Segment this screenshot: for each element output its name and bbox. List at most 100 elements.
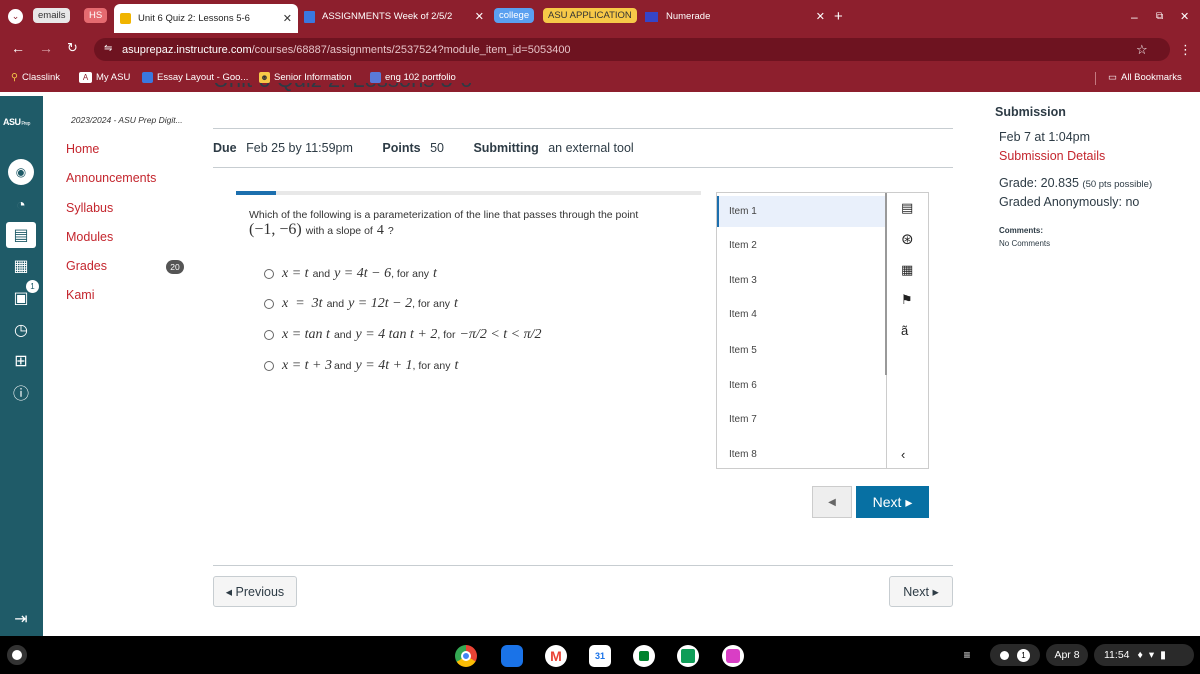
- quiz-item-1[interactable]: Item 1: [729, 206, 757, 217]
- quiz-item-5[interactable]: Item 5: [729, 345, 757, 356]
- translate-icon[interactable]: ã: [901, 323, 908, 338]
- radio-button[interactable]: [264, 269, 274, 279]
- submission-details-link[interactable]: Submission Details: [999, 149, 1105, 163]
- forward-icon[interactable]: →: [39, 40, 53, 56]
- course-nav-home[interactable]: Home: [66, 142, 99, 156]
- star-icon[interactable]: ☆: [1136, 42, 1148, 58]
- quiz-item-3[interactable]: Item 3: [729, 275, 757, 286]
- help-icon[interactable]: ⓘ: [8, 379, 34, 405]
- quiz-next-button[interactable]: Next ▸: [856, 486, 929, 518]
- asu-icon: A: [79, 72, 92, 83]
- quiz-item-8[interactable]: Item 8: [729, 449, 757, 460]
- address-bar[interactable]: ⇋ asuprepaz.instructure.com/courses/6888…: [94, 38, 1170, 61]
- submission-heading: Submission: [995, 105, 1066, 119]
- instructions-icon[interactable]: ▤: [901, 200, 913, 216]
- quiz-item-7[interactable]: Item 7: [729, 414, 757, 425]
- courses-icon[interactable]: ▤: [6, 222, 36, 248]
- chrome-icon[interactable]: [455, 645, 477, 667]
- back-icon[interactable]: ←: [11, 40, 25, 56]
- next-button[interactable]: Next ▸: [889, 576, 953, 607]
- points-label: Points: [382, 141, 421, 155]
- commons-icon[interactable]: ⊞: [8, 348, 34, 374]
- playlist-icon[interactable]: ≡: [956, 644, 978, 666]
- submitting-value: an external tool: [548, 141, 634, 155]
- history-icon[interactable]: ◷: [8, 317, 34, 343]
- radio-button[interactable]: [264, 299, 274, 309]
- docs-icon: [142, 72, 153, 83]
- answer-option-4[interactable]: x = t + 3 and y = 4t + 1 , for any t: [264, 358, 458, 374]
- collapse-nav-icon[interactable]: ⇥: [8, 606, 34, 632]
- numerade-icon: [645, 11, 658, 22]
- page-title-clip: Unit 6 Quiz 2: Lessons 5-6: [213, 83, 513, 96]
- menu-kebab-icon[interactable]: ⋮: [1179, 42, 1192, 58]
- tab-group-asu-application[interactable]: ASU APPLICATION: [543, 8, 637, 23]
- radio-button[interactable]: [264, 361, 274, 371]
- quiz-prev-button[interactable]: ◀: [812, 486, 852, 518]
- calendar-icon[interactable]: ▦: [8, 253, 34, 279]
- tab-group-emails[interactable]: emails: [33, 8, 71, 23]
- bookmark-label: Essay Layout - Goo...: [157, 72, 249, 83]
- bookmark-essay-layout[interactable]: Essay Layout - Goo...: [142, 72, 248, 83]
- minimize-button[interactable]: –: [1131, 6, 1138, 27]
- course-nav-modules[interactable]: Modules: [66, 230, 113, 244]
- meet-icon[interactable]: [633, 645, 655, 667]
- dashboard-icon[interactable]: ◔: [8, 193, 34, 219]
- tab-group-college[interactable]: college: [494, 8, 535, 23]
- account-avatar[interactable]: ◉: [8, 159, 34, 185]
- close-icon[interactable]: ✕: [475, 10, 484, 23]
- course-nav-announcements[interactable]: Announcements: [66, 171, 156, 185]
- calendar-app-icon[interactable]: 31: [589, 645, 611, 667]
- option-condition: , for any: [412, 298, 451, 310]
- restore-button[interactable]: ⧉: [1156, 6, 1163, 27]
- option-variable: −π/2 < t < π/2: [459, 327, 542, 342]
- course-nav-kami[interactable]: Kami: [66, 288, 94, 302]
- course-nav-grades[interactable]: Grades: [66, 259, 107, 273]
- files-icon[interactable]: [501, 645, 523, 667]
- answer-option-2[interactable]: x = 3t and y = 12t − 2 , for any t: [264, 296, 458, 312]
- quiz-item-4[interactable]: Item 4: [729, 309, 757, 320]
- close-icon[interactable]: ✕: [283, 12, 292, 25]
- quiz-item-6[interactable]: Item 6: [729, 380, 757, 391]
- notification-tray[interactable]: 1: [990, 644, 1040, 666]
- comments-value: No Comments: [999, 239, 1051, 248]
- reload-icon[interactable]: ↻: [67, 40, 78, 56]
- date-display[interactable]: Apr 8: [1046, 644, 1088, 666]
- new-tab-button[interactable]: +: [834, 6, 843, 27]
- calculator-icon[interactable]: ▦: [901, 262, 913, 278]
- course-nav-syllabus[interactable]: Syllabus: [66, 201, 113, 215]
- clock: 11:54: [1104, 649, 1130, 661]
- bookmark-classlink[interactable]: ⚲ Classlink: [11, 72, 60, 83]
- bookmark-my-asu[interactable]: A My ASU: [79, 72, 130, 83]
- tab-search-icon[interactable]: ⌄: [8, 9, 23, 24]
- site-info-icon[interactable]: ⇋: [104, 43, 112, 54]
- close-icon[interactable]: ✕: [816, 10, 825, 23]
- asu-logo[interactable]: ASU Prep: [3, 117, 30, 127]
- gmail-icon[interactable]: M: [545, 645, 567, 667]
- kami-icon[interactable]: [722, 645, 744, 667]
- divider: [213, 128, 953, 129]
- answer-option-1[interactable]: x = t and y = 4t − 6 , for any t: [264, 266, 437, 282]
- flag-icon[interactable]: ⚑: [901, 292, 913, 308]
- previous-button[interactable]: ◂ Previous: [213, 576, 297, 607]
- launcher-icon[interactable]: [7, 645, 27, 665]
- tab-group-hs[interactable]: HS: [84, 8, 108, 23]
- all-bookmarks-button[interactable]: ▭ All Bookmarks: [1108, 72, 1182, 83]
- bookmark-eng-102[interactable]: eng 102 portfolio: [370, 72, 456, 83]
- window-close-button[interactable]: ✕: [1180, 6, 1189, 27]
- radio-button[interactable]: [264, 330, 274, 340]
- bookmark-senior-information[interactable]: ☻ Senior Information: [259, 72, 352, 83]
- quiz-item-2[interactable]: Item 2: [729, 240, 757, 251]
- bookmark-divider: [1095, 72, 1096, 85]
- accessibility-icon[interactable]: ⊛: [901, 230, 914, 248]
- inbox-icon[interactable]: ▣ 1: [8, 280, 39, 311]
- answer-option-3[interactable]: x = tan t and y = 4 tan t + 2 , for −π/2…: [264, 327, 542, 343]
- option-x: x = 3t: [282, 296, 323, 311]
- tab-assignments[interactable]: ASSIGNMENTS Week of 2/5/2 ✕: [304, 6, 484, 27]
- sheets-icon[interactable]: [677, 645, 699, 667]
- chevron-left-icon[interactable]: ‹: [901, 447, 905, 462]
- tab-unit6-quiz[interactable]: Unit 6 Quiz 2: Lessons 5-6 ✕: [114, 4, 298, 33]
- status-tray[interactable]: 11:54 ♦ ▾ ▮: [1094, 644, 1194, 666]
- tab-group-label: ASU APPLICATION: [548, 10, 632, 21]
- question-slope-text: with a slope of: [305, 225, 373, 237]
- tab-numerade[interactable]: Numerade ✕: [645, 6, 825, 27]
